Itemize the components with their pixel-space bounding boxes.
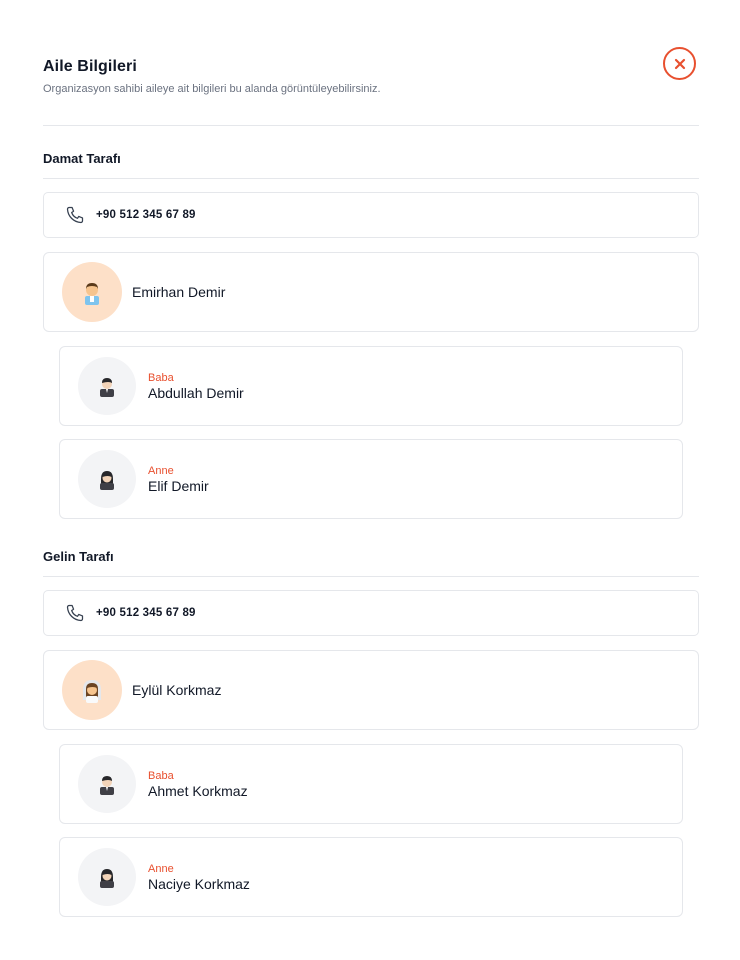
groom-avatar-icon [62,262,122,322]
phone-icon [66,604,84,622]
groom-father-card[interactable]: Baba Abdullah Demir [59,346,683,426]
member-name: Abdullah Demir [148,384,244,401]
modal-header: Aile Bilgileri Organizasyon sahibi ailey… [43,58,698,95]
section-divider-bride [43,576,699,577]
modal-title: Aile Bilgileri [43,58,137,75]
groom-mother-card[interactable]: Anne Elif Demir [59,439,683,519]
woman-avatar-icon [78,450,136,508]
member-info: Anne Elif Demir [148,465,209,494]
modal-subtitle: Organizasyon sahibi aileye ait bilgileri… [43,83,381,95]
man-avatar-icon [78,357,136,415]
member-name: Elif Demir [148,477,209,494]
bride-card[interactable]: Eylül Korkmaz [43,650,699,730]
member-name: Ahmet Korkmaz [148,782,248,799]
groom-name: Emirhan Demir [132,284,226,300]
member-role: Anne [148,862,174,875]
header-divider [43,125,699,126]
section-divider-groom [43,178,699,179]
phone-icon [66,206,84,224]
close-icon [674,58,685,69]
section-title-groom: Damat Tarafı [43,151,121,166]
bride-mother-card[interactable]: Anne Naciye Korkmaz [59,837,683,917]
member-role: Baba [148,769,174,782]
bride-avatar-icon [62,660,122,720]
bride-father-card[interactable]: Baba Ahmet Korkmaz [59,744,683,824]
groom-phone-card[interactable]: +90 512 345 67 89 [43,192,699,238]
groom-phone-number[interactable]: +90 512 345 67 89 [96,209,196,221]
section-title-bride: Gelin Tarafı [43,549,114,564]
family-info-modal: Aile Bilgileri Organizasyon sahibi ailey… [0,0,740,960]
bride-phone-card[interactable]: +90 512 345 67 89 [43,590,699,636]
close-button[interactable] [663,47,696,80]
woman-avatar-icon [78,848,136,906]
bride-phone-number[interactable]: +90 512 345 67 89 [96,607,196,619]
man-avatar-icon [78,755,136,813]
member-info: Anne Naciye Korkmaz [148,863,250,892]
member-name: Naciye Korkmaz [148,875,250,892]
member-role: Anne [148,464,174,477]
member-info: Baba Ahmet Korkmaz [148,770,248,799]
member-role: Baba [148,371,174,384]
bride-name: Eylül Korkmaz [132,682,222,698]
groom-card[interactable]: Emirhan Demir [43,252,699,332]
member-info: Baba Abdullah Demir [148,372,244,401]
